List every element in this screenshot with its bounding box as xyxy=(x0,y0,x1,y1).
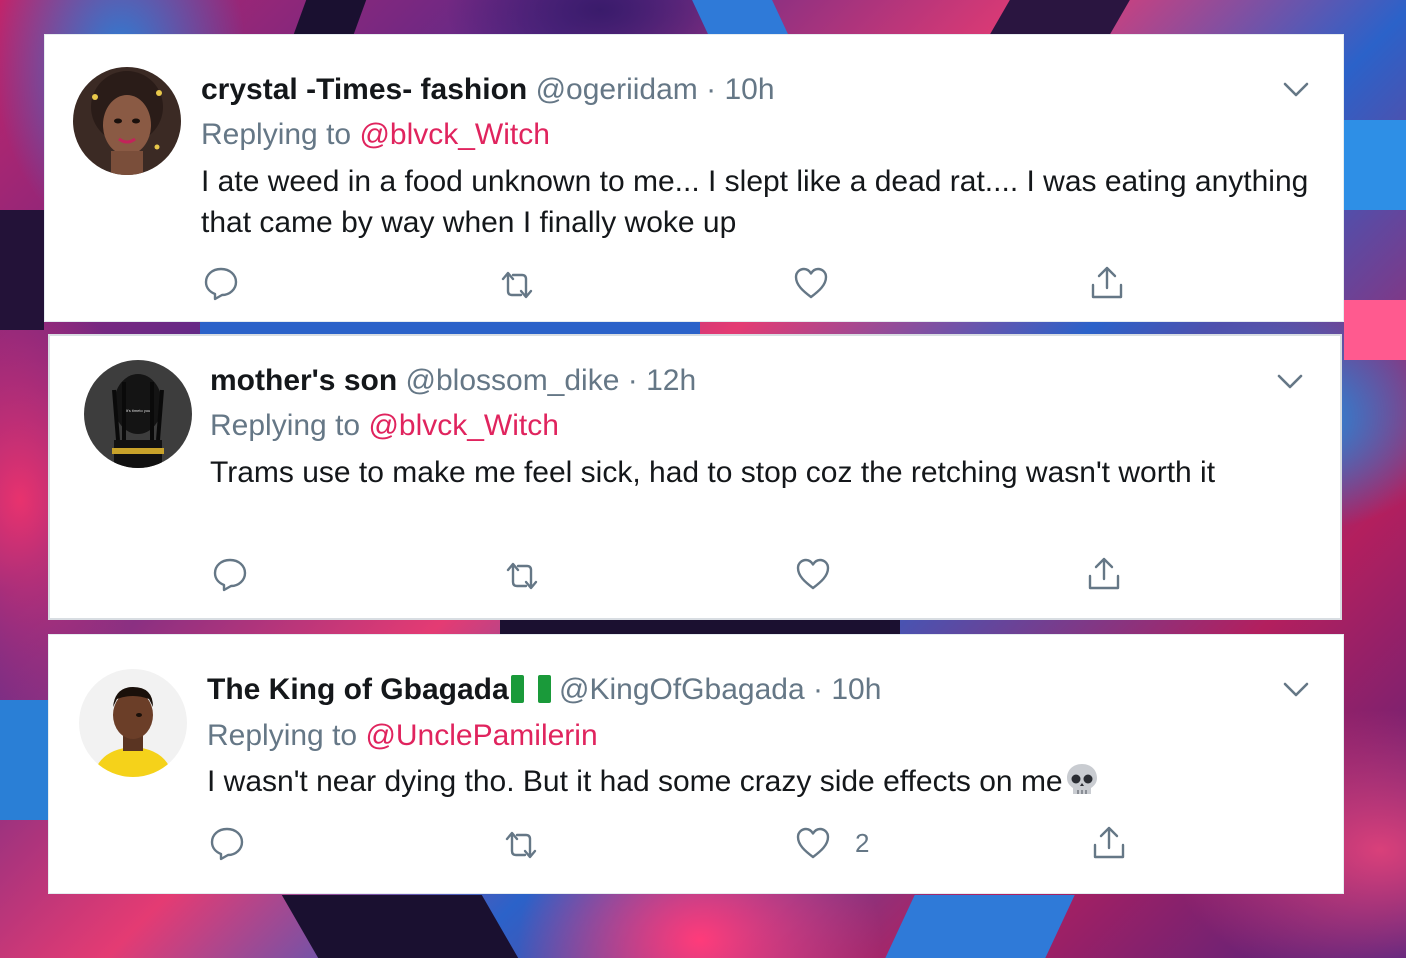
replying-prefix: Replying to xyxy=(207,719,358,752)
tweet-text-line: I wasn't near dying tho. But it had some… xyxy=(207,761,1317,802)
tweet-header: mother's son @blossom_dike · 12h xyxy=(210,362,696,400)
svg-text:It's timeto you: It's timeto you xyxy=(126,408,151,413)
share-icon[interactable] xyxy=(1089,265,1125,301)
timestamp[interactable]: 12h xyxy=(646,364,696,397)
handle[interactable]: @ogeriidam xyxy=(536,73,698,106)
tweet-text: I wasn't near dying tho. But it had some… xyxy=(207,765,1063,798)
tweet-text: I ate weed in a food unknown to me... I … xyxy=(201,165,1309,239)
tweet-card[interactable]: It's timeto you mother's son @blossom_di… xyxy=(48,334,1342,620)
timestamp[interactable]: 10h xyxy=(831,673,881,706)
display-name[interactable]: crystal -Times- fashion xyxy=(201,73,527,106)
display-name[interactable]: mother's son xyxy=(210,364,397,397)
mention-link[interactable]: @UnclePamilerin xyxy=(365,719,597,752)
chevron-down-icon[interactable] xyxy=(1283,682,1309,698)
replying-to: Replying to @blvck_Witch xyxy=(201,116,550,154)
chevron-down-icon[interactable] xyxy=(1277,374,1303,390)
handle[interactable]: @KingOfGbagada xyxy=(559,673,805,706)
tweet-card[interactable]: The King of Gbagada @KingOfGbagada · 10h… xyxy=(48,634,1344,894)
chevron-down-icon[interactable] xyxy=(1283,82,1309,98)
heart-icon[interactable] xyxy=(793,265,829,301)
like-count: 2 xyxy=(855,828,870,858)
handle[interactable]: @blossom_dike xyxy=(406,364,620,397)
mention-link[interactable]: @blvck_Witch xyxy=(359,118,550,151)
retweet-icon[interactable] xyxy=(504,558,540,594)
tweet-text: Trams use to make me feel sick, had to s… xyxy=(210,456,1216,489)
skull-emoji-icon xyxy=(1066,764,1097,794)
timestamp[interactable]: 10h xyxy=(724,73,774,106)
avatar[interactable] xyxy=(73,67,181,175)
reply-icon[interactable] xyxy=(203,265,239,301)
reply-icon[interactable] xyxy=(212,556,248,592)
nigeria-flag-icon xyxy=(510,675,551,703)
share-icon[interactable] xyxy=(1091,825,1127,861)
separator: · xyxy=(706,73,717,106)
mention-link[interactable]: @blvck_Witch xyxy=(368,409,559,442)
tweet-header: crystal -Times- fashion @ogeriidam · 10h xyxy=(201,71,775,109)
retweet-icon[interactable] xyxy=(499,267,535,303)
replying-to: Replying to @blvck_Witch xyxy=(210,407,559,445)
separator: · xyxy=(627,364,638,397)
tweet-card[interactable]: crystal -Times- fashion @ogeriidam · 10h… xyxy=(44,34,1344,322)
heart-icon[interactable] xyxy=(795,556,831,592)
replying-prefix: Replying to xyxy=(210,409,361,442)
replying-to: Replying to @UnclePamilerin xyxy=(207,717,598,755)
avatar[interactable]: It's timeto you xyxy=(84,360,192,468)
reply-icon[interactable] xyxy=(209,825,245,861)
replying-prefix: Replying to xyxy=(201,118,352,151)
retweet-icon[interactable] xyxy=(503,827,539,863)
heart-icon[interactable] xyxy=(795,825,831,861)
avatar[interactable] xyxy=(79,669,187,777)
display-name[interactable]: The King of Gbagada xyxy=(207,673,509,706)
share-icon[interactable] xyxy=(1086,556,1122,592)
separator: · xyxy=(812,673,823,706)
tweet-header: The King of Gbagada @KingOfGbagada · 10h xyxy=(207,671,881,709)
